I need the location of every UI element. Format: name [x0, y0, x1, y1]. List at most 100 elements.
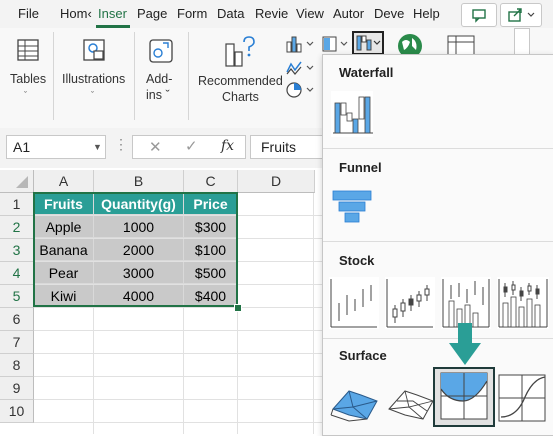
addins-label-line1: Add- — [146, 72, 173, 86]
recommended-label-line2: Charts — [222, 90, 259, 104]
row-header-3[interactable]: 3 — [0, 239, 34, 262]
stock-volume-hlc-option[interactable] — [441, 277, 491, 329]
funnel-chart-option[interactable] — [329, 185, 375, 229]
table-cell[interactable]: Apple — [34, 216, 94, 238]
row-header-9[interactable]: 9 — [0, 377, 34, 400]
row-header-5[interactable]: 5 — [0, 285, 34, 308]
header-cell-price[interactable]: Price — [184, 193, 238, 215]
tables-label: Tables — [10, 72, 47, 86]
column-header-d[interactable]: D — [238, 170, 315, 193]
table-cell[interactable]: 1000 — [94, 216, 184, 238]
chevron-down-icon: ˇ — [91, 90, 94, 100]
tab-insert[interactable]: Inser — [98, 6, 127, 21]
enter-icon[interactable]: ✓ — [185, 137, 198, 155]
tab-home[interactable]: Hom‹ — [60, 6, 92, 21]
table-cell[interactable]: Kiwi — [34, 285, 94, 307]
comment-icon — [472, 9, 486, 23]
surface-section-title: Surface — [339, 348, 387, 363]
formula-value: Fruits — [261, 139, 296, 155]
waterfall-chart-option[interactable] — [329, 89, 375, 139]
ribbon-divider — [134, 32, 135, 120]
tables-button[interactable]: Tables ˇ — [8, 32, 48, 124]
column-header-a[interactable]: A — [34, 170, 94, 193]
formula-input[interactable]: Fruits — [250, 135, 332, 159]
column-header-b[interactable]: B — [94, 170, 184, 193]
row-header-6[interactable]: 6 — [0, 308, 34, 331]
chart-type-menu: Waterfall Funnel Stock Surface — [322, 54, 553, 436]
comments-button[interactable] — [461, 3, 497, 27]
row-header-4[interactable]: 4 — [0, 262, 34, 285]
column-header-c[interactable]: C — [184, 170, 238, 193]
line-chart-icon[interactable] — [285, 58, 321, 78]
wireframe-contour-option[interactable] — [495, 371, 551, 427]
illustrations-label: Illustrations — [62, 72, 126, 86]
pie-chart-icon[interactable] — [285, 80, 321, 100]
tab-file[interactable]: File — [18, 6, 39, 21]
wireframe-surface-icon — [388, 390, 434, 420]
name-box[interactable]: A1 ▼ — [6, 135, 106, 159]
recommended-charts-button[interactable]: Recommended Charts — [194, 32, 284, 124]
table-cell[interactable]: $300 — [184, 216, 238, 238]
row-header-1[interactable]: 1 — [0, 193, 34, 216]
waterfall-thumbnail-icon — [331, 91, 373, 137]
addins-icon — [149, 39, 173, 63]
header-cell-fruits[interactable]: Fruits — [34, 193, 94, 215]
column-chart-icon[interactable] — [285, 34, 321, 54]
contour-chart-icon — [440, 372, 488, 420]
tab-review[interactable]: Revie — [255, 6, 288, 21]
name-box-value: A1 — [13, 139, 31, 155]
contour-option[interactable] — [433, 367, 495, 427]
table-cell[interactable]: 4000 — [94, 285, 184, 307]
share-icon — [508, 8, 535, 22]
table-icon — [17, 39, 39, 61]
stock-ohlc-option[interactable] — [385, 277, 435, 329]
waterfall-icon — [356, 35, 381, 51]
fill-handle[interactable] — [234, 304, 242, 312]
header-cell-quantity[interactable]: Quantity(g) — [94, 193, 184, 215]
tab-developer[interactable]: Deve — [374, 6, 404, 21]
funnel-thumbnail-icon — [332, 190, 372, 223]
tab-formulas[interactable]: Form — [177, 6, 207, 21]
table-cell[interactable]: 3000 — [94, 262, 184, 284]
illustrations-button[interactable]: Illustrations ˇ — [60, 32, 130, 124]
menu-bar: File Hom‹ Inser Page Form Data Revie Vie… — [0, 0, 553, 28]
menu-divider — [323, 241, 553, 242]
row-header-2[interactable]: 2 — [0, 216, 34, 239]
row-header-10[interactable]: 10 — [0, 400, 34, 423]
table-cell[interactable]: Banana — [34, 239, 94, 261]
select-all-corner[interactable] — [0, 170, 34, 193]
table-cell[interactable]: $400 — [184, 285, 238, 307]
menu-divider — [323, 148, 553, 149]
tab-view[interactable]: View — [296, 6, 324, 21]
wireframe-3d-surface-option[interactable] — [383, 371, 439, 427]
menu-divider — [323, 338, 553, 339]
table-cell[interactable]: 2000 — [94, 239, 184, 261]
surface-3d-icon — [330, 390, 378, 422]
insert-function-icon[interactable]: fx — [221, 138, 234, 154]
waterfall-chart-button[interactable] — [352, 31, 384, 55]
table-cell[interactable]: $100 — [184, 239, 238, 261]
more-options-icon[interactable]: ⋮ — [114, 136, 128, 153]
stock-hlc-option[interactable] — [329, 277, 379, 329]
stock-hlc-icon — [330, 279, 377, 328]
row-header-8[interactable]: 8 — [0, 354, 34, 377]
row-header-7[interactable]: 7 — [0, 331, 34, 354]
tab-page-layout[interactable]: Page — [137, 6, 167, 21]
hierarchy-chart-icon[interactable] — [321, 34, 353, 56]
waterfall-section-title: Waterfall — [339, 65, 394, 80]
tab-data[interactable]: Data — [217, 6, 244, 21]
cancel-icon[interactable]: ✕ — [149, 138, 162, 156]
tab-help[interactable]: Help — [413, 6, 440, 21]
stock-volume-ohlc-option[interactable] — [497, 277, 549, 329]
share-button[interactable] — [500, 3, 542, 27]
table-cell[interactable]: Pear — [34, 262, 94, 284]
tab-automate[interactable]: Autor — [333, 6, 364, 21]
table-cell[interactable]: $500 — [184, 262, 238, 284]
shapes-icon — [83, 39, 105, 61]
addins-button[interactable]: Add- ins ˇ — [140, 32, 184, 124]
wireframe-contour-icon — [498, 374, 546, 422]
ribbon-divider — [53, 32, 54, 120]
surface-3d-option[interactable] — [327, 371, 383, 427]
chevron-down-icon: ▼ — [93, 142, 102, 152]
select-all-icon — [16, 176, 28, 188]
